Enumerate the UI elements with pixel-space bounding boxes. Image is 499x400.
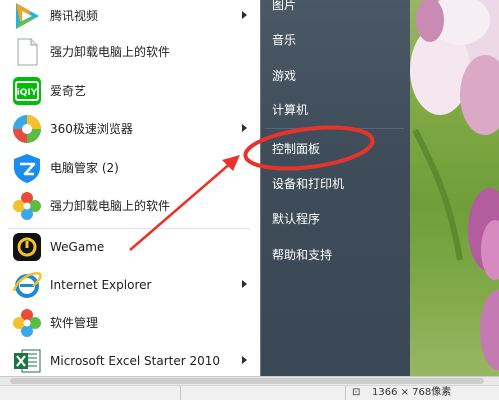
document-icon	[11, 36, 43, 68]
status-divider	[345, 386, 346, 400]
sys-item-music[interactable]: 音乐	[260, 23, 410, 57]
sys-item-label: 默认程序	[272, 212, 321, 226]
sys-item-label: 设备和打印机	[272, 177, 345, 191]
program-label: 强力卸载电脑上的软件	[50, 199, 171, 213]
sys-item-label: 帮助和支持	[272, 248, 333, 262]
horizontal-scrollbar[interactable]	[0, 377, 499, 386]
image-viewer-status-bar: ⊡ 1366 × 768像素	[0, 376, 499, 400]
program-wegame[interactable]: WeGame	[0, 228, 259, 266]
system-divider	[266, 128, 404, 129]
submenu-arrow-icon[interactable]	[242, 280, 247, 288]
start-menu-programs-list: 腾讯视频 强力卸载电脑上的软件 iQIY 爱奇艺 360极速浏览器 电脑管家 (…	[0, 0, 261, 376]
start-menu-system-links: 图片 音乐 游戏 计算机 控制面板 设备和打印机 默认程序 帮助和支持	[260, 0, 410, 376]
software-manager-icon	[11, 307, 43, 339]
program-pc-manager[interactable]: 电脑管家 (2)	[0, 149, 259, 187]
image-size-icon: ⊡	[352, 387, 361, 398]
program-software-manager[interactable]: 软件管理	[0, 304, 259, 342]
program-label: 爱奇艺	[50, 84, 87, 98]
program-label: 腾讯视频	[50, 9, 99, 23]
sys-item-label: 图片	[272, 0, 297, 12]
status-divider	[180, 386, 181, 400]
submenu-arrow-icon[interactable]	[242, 11, 247, 19]
sys-item-label: 音乐	[272, 33, 297, 47]
sys-item-help-support[interactable]: 帮助和支持	[260, 238, 410, 272]
program-label: 360极速浏览器	[50, 122, 133, 136]
sys-item-control-panel[interactable]: 控制面板	[260, 132, 410, 166]
program-tencent-video[interactable]: 腾讯视频	[0, 0, 259, 35]
sys-item-games[interactable]: 游戏	[260, 59, 410, 93]
svg-text:iQIY: iQIY	[17, 88, 38, 98]
wegame-icon	[11, 231, 43, 263]
iqiyi-icon: iQIY	[11, 75, 43, 107]
browser-360-icon	[11, 113, 43, 145]
program-uninstaller-document[interactable]: 强力卸载电脑上的软件	[0, 33, 259, 71]
program-360-browser[interactable]: 360极速浏览器	[0, 110, 259, 148]
program-label: Internet Explorer	[50, 278, 152, 292]
sys-item-label: 控制面板	[272, 142, 321, 156]
sys-item-pictures[interactable]: 图片	[260, 0, 410, 22]
submenu-arrow-icon[interactable]	[242, 124, 247, 132]
sys-item-label: 游戏	[272, 69, 297, 83]
program-label: WeGame	[50, 240, 105, 254]
pc-manager-icon	[11, 152, 43, 184]
program-uninstaller[interactable]: 强力卸载电脑上的软件	[0, 187, 259, 225]
flower-wallpaper-image	[410, 0, 499, 370]
sys-item-computer[interactable]: 计算机	[260, 93, 410, 127]
submenu-arrow-icon[interactable]	[242, 356, 247, 364]
program-excel-starter[interactable]: Microsoft Excel Starter 2010	[0, 342, 259, 376]
desktop-wallpaper	[410, 0, 499, 376]
image-resolution: 1366 × 768像素	[372, 387, 452, 398]
program-internet-explorer[interactable]: Internet Explorer	[0, 266, 259, 304]
program-iqiyi[interactable]: iQIY 爱奇艺	[0, 72, 259, 110]
excel-icon	[11, 345, 43, 376]
sys-item-default-programs[interactable]: 默认程序	[260, 202, 410, 236]
uninstaller-icon	[11, 190, 43, 222]
program-label: 强力卸载电脑上的软件	[50, 45, 171, 59]
sys-item-devices-printers[interactable]: 设备和打印机	[260, 167, 410, 201]
scrollbar-thumb[interactable]	[10, 378, 484, 384]
program-label: Microsoft Excel Starter 2010	[50, 354, 221, 368]
sys-item-label: 计算机	[272, 103, 309, 117]
program-label: 电脑管家 (2)	[50, 161, 119, 175]
program-label: 软件管理	[50, 316, 99, 330]
ie-icon	[11, 269, 43, 301]
tencent-video-icon	[11, 0, 43, 32]
